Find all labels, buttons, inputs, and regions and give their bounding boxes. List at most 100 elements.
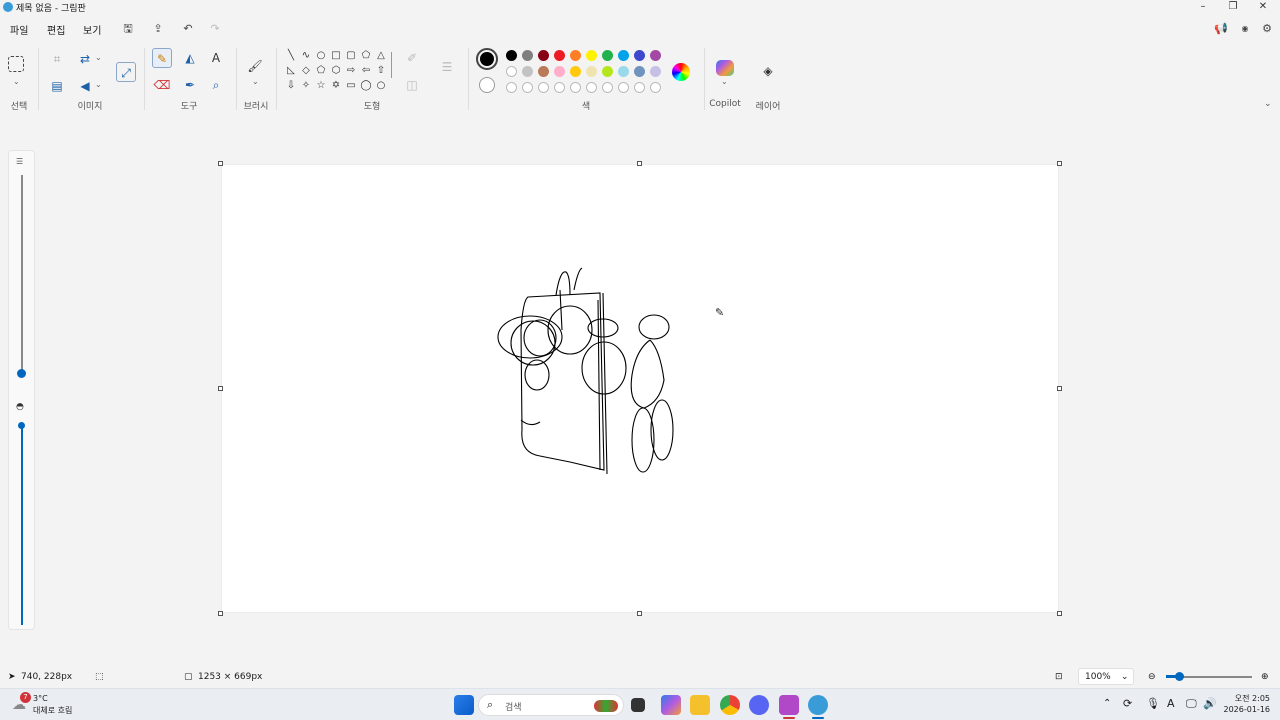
color-swatch[interactable] — [506, 66, 517, 77]
fill-bucket-icon[interactable]: ◭ — [180, 48, 200, 68]
secondary-color-swatch[interactable] — [479, 77, 495, 93]
color-swatch[interactable] — [522, 50, 533, 61]
network-icon[interactable]: 🖵 — [1186, 697, 1197, 711]
right-triangle-shape-icon[interactable]: ◺ — [285, 65, 297, 77]
size-slider-thumb[interactable] — [17, 369, 26, 378]
search-box[interactable]: ⌕ 검색 — [478, 694, 624, 716]
rotate-icon[interactable]: ◀ — [75, 76, 95, 96]
left-arrow-shape-icon[interactable]: ⇦ — [360, 65, 372, 77]
app-icon[interactable] — [779, 695, 799, 715]
up-arrow-shape-icon[interactable]: ⇧ — [375, 65, 387, 77]
color-swatch[interactable] — [538, 66, 549, 77]
oval-callout-shape-icon[interactable]: ◯ — [360, 80, 372, 92]
redo-icon[interactable]: ↷ — [206, 20, 224, 38]
volume-icon[interactable]: 🔊 — [1203, 697, 1217, 710]
zoom-slider-thumb[interactable] — [1175, 672, 1184, 681]
rounded-rectangle-shape-icon[interactable]: ▢ — [345, 50, 357, 62]
color-swatch[interactable] — [586, 82, 597, 93]
color-swatch[interactable] — [650, 66, 661, 77]
opacity-slider-thumb[interactable] — [18, 422, 25, 429]
primary-color-swatch[interactable] — [476, 48, 498, 70]
right-arrow-shape-icon[interactable]: ⇨ — [345, 65, 357, 77]
color-swatch[interactable] — [618, 82, 629, 93]
menu-edit[interactable]: 편집 — [47, 22, 65, 37]
select-tool-icon[interactable] — [8, 56, 24, 72]
undo-icon[interactable]: ↶ — [179, 20, 197, 38]
resize-handle-bottom-middle[interactable] — [637, 611, 642, 616]
paint-taskbar-icon[interactable] — [808, 695, 828, 715]
chevron-down-icon[interactable]: ⌄ — [252, 77, 259, 86]
chevron-down-icon[interactable]: ⌄ — [95, 80, 102, 89]
shape-size-icon[interactable]: ☰ — [437, 57, 457, 77]
color-swatch[interactable] — [522, 82, 533, 93]
save-icon[interactable]: 🖫 — [119, 20, 137, 38]
color-swatch[interactable] — [538, 82, 549, 93]
chevron-down-icon[interactable]: ⌄ — [95, 53, 102, 62]
fit-to-window-icon[interactable]: ⊡ — [1055, 672, 1063, 682]
brush-icon[interactable]: 🖌 — [245, 56, 265, 76]
zoom-in-icon[interactable]: ⊕ — [1261, 672, 1269, 682]
color-swatch[interactable] — [602, 66, 613, 77]
announcement-icon[interactable]: 📢 — [1212, 20, 1230, 38]
image-select-icon[interactable]: ⤢ — [116, 62, 136, 82]
chevron-down-icon[interactable]: ⌄ — [721, 77, 728, 86]
microphone-icon[interactable]: 🎙 — [1146, 697, 1160, 710]
menu-file[interactable]: 파일 — [10, 22, 28, 37]
curve-shape-icon[interactable]: ∿ — [300, 50, 312, 62]
close-button[interactable]: ✕ — [1252, 0, 1274, 14]
copilot-taskbar-icon[interactable] — [661, 695, 681, 715]
color-swatch[interactable] — [602, 82, 613, 93]
flip-icon[interactable]: ▤ — [47, 76, 67, 96]
size-slider-track[interactable] — [21, 175, 23, 371]
color-swatch[interactable] — [618, 50, 629, 61]
color-swatch[interactable] — [586, 66, 597, 77]
ime-indicator-icon[interactable]: A — [1167, 697, 1175, 710]
chrome-icon[interactable] — [720, 695, 740, 715]
cloud-callout-shape-icon[interactable]: ○ — [375, 80, 387, 92]
clock-date[interactable]: 2026-01-16 — [1220, 705, 1271, 714]
zoom-out-icon[interactable]: ⊖ — [1148, 672, 1156, 682]
settings-icon[interactable]: ⚙ — [1258, 20, 1276, 38]
chevron-down-icon[interactable]: ⌄ — [13, 77, 20, 86]
resize-handle-middle-right[interactable] — [1057, 386, 1062, 391]
color-swatch[interactable] — [634, 50, 645, 61]
color-swatch[interactable] — [554, 50, 565, 61]
resize-handle-bottom-right[interactable] — [1057, 611, 1062, 616]
outline-icon[interactable]: ✐ — [402, 48, 422, 68]
color-swatch[interactable] — [586, 50, 597, 61]
polygon-shape-icon[interactable]: ⬠ — [360, 50, 372, 62]
color-swatch[interactable] — [634, 82, 645, 93]
color-swatch[interactable] — [618, 66, 629, 77]
start-windows-icon[interactable] — [454, 695, 474, 715]
task-view-icon[interactable] — [631, 698, 645, 712]
resize-handle-bottom-left[interactable] — [218, 611, 223, 616]
color-swatch[interactable] — [506, 50, 517, 61]
color-swatch[interactable] — [538, 50, 549, 61]
color-swatch[interactable] — [554, 66, 565, 77]
eraser-icon[interactable]: ⌫ — [152, 75, 172, 95]
discord-icon[interactable] — [749, 695, 769, 715]
pentagon-shape-icon[interactable]: ⬠ — [315, 65, 327, 77]
minimize-button[interactable]: – — [1192, 0, 1214, 14]
layers-icon[interactable]: ◈ — [758, 61, 778, 81]
oval-shape-icon[interactable]: ○ — [315, 50, 327, 62]
sync-icon[interactable]: ⟳ — [1123, 697, 1132, 710]
color-swatch[interactable] — [522, 66, 533, 77]
menu-view[interactable]: 보기 — [83, 22, 101, 37]
resize-icon[interactable]: ⇄ — [75, 49, 95, 69]
file-explorer-icon[interactable] — [690, 695, 710, 715]
color-swatch[interactable] — [634, 66, 645, 77]
pencil-icon[interactable]: ✎ — [152, 48, 172, 68]
fill-icon[interactable]: ◫ — [402, 75, 422, 95]
drawing-canvas[interactable]: ✎ — [222, 165, 1058, 612]
rounded-callout-shape-icon[interactable]: ▭ — [345, 80, 357, 92]
ribbon-expand-chevron-icon[interactable]: ⌄ — [1264, 99, 1272, 109]
triangle-shape-icon[interactable]: △ — [375, 50, 387, 62]
down-arrow-shape-icon[interactable]: ⇩ — [285, 80, 297, 92]
hexagon-shape-icon[interactable]: ⬡ — [330, 65, 342, 77]
magnifier-icon[interactable]: ⌕ — [206, 75, 226, 95]
color-swatch[interactable] — [570, 82, 581, 93]
restore-button[interactable]: ❐ — [1222, 0, 1244, 14]
color-swatch[interactable] — [570, 66, 581, 77]
shapes-scrollbar[interactable] — [391, 52, 392, 78]
